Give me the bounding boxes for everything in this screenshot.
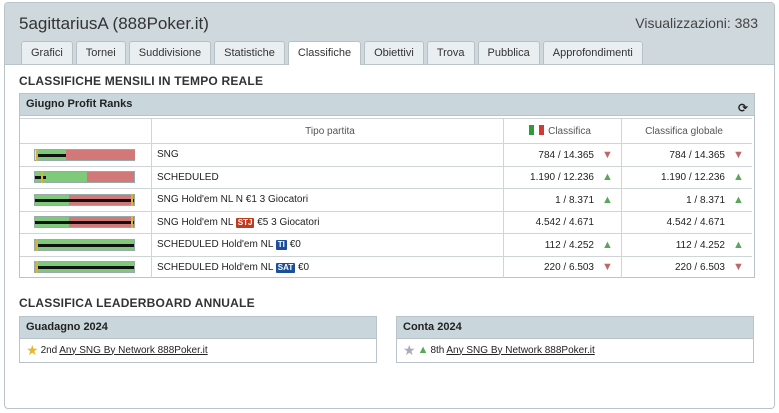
performance-bar — [34, 171, 135, 184]
global-column-header: Classifica globale — [621, 118, 752, 143]
italy-flag-icon — [528, 125, 544, 135]
tab-bar: Grafici Tornei Suddivisione Statistiche … — [21, 41, 643, 65]
global-rank-value: 220 / 6.503 — [674, 262, 725, 274]
trend-up-icon: ▲ — [602, 193, 613, 206]
game-type-prefix: SCHEDULED Hold'em NL — [157, 261, 274, 273]
type-column-header: Tipo partita — [151, 118, 503, 143]
trend-down-icon: ▼ — [602, 148, 613, 161]
rank-column-header: Classifica — [503, 118, 621, 143]
tab-tornei[interactable]: Tornei — [75, 41, 126, 64]
trend-down-icon: ▼ — [602, 261, 613, 274]
rank-value: 220 / 6.503 — [543, 262, 594, 274]
player-title: 5agittariusA (888Poker.it) — [19, 14, 209, 33]
panel-title: Giugno Profit Ranks — [26, 98, 133, 110]
leaderboard-panel-guadagno: Guadagno 2024 ★ 2nd Any SNG By Network 8… — [19, 316, 377, 363]
ti-badge-icon: TI — [275, 240, 287, 251]
game-type: SCHEDULED Hold'em NL SAT €0 — [151, 255, 503, 278]
leaderboard-link[interactable]: Any SNG By Network 888Poker.it — [446, 345, 594, 356]
bar-column-header — [20, 118, 151, 143]
trend-up-icon: ▲ — [602, 171, 613, 184]
silver-star-icon: ★ — [403, 342, 416, 358]
trend-up-icon: ▲ — [733, 193, 744, 206]
global-rank-value: 1.190 / 12.236 — [661, 172, 725, 184]
performance-bar — [34, 193, 135, 206]
trend-up-icon: ▲ — [733, 171, 744, 184]
trend-down-icon: ▼ — [733, 261, 744, 274]
global-rank-value: 4.542 / 4.671 — [666, 216, 725, 228]
trend-up-icon: ▲ — [417, 344, 429, 356]
trend-up-icon: ▲ — [602, 238, 613, 251]
annual-section-title: CLASSIFICA LEADERBOARD ANNUALE — [19, 296, 255, 310]
tab-suddivisione[interactable]: Suddivisione — [128, 41, 212, 64]
leaderboard-link[interactable]: Any SNG By Network 888Poker.it — [59, 345, 207, 356]
stj-badge-icon: STJ — [235, 217, 255, 228]
tab-pubblica[interactable]: Pubblica — [477, 41, 540, 64]
refresh-icon[interactable]: ⟳ — [738, 98, 748, 119]
leaderboard-panel-header: Guadagno 2024 — [20, 317, 376, 339]
rank-column-label: Classifica — [548, 126, 591, 137]
rank-value: 784 / 14.365 — [538, 149, 594, 161]
leaderboard-panel-conta: Conta 2024 ★ ▲ 8th Any SNG By Network 88… — [396, 316, 754, 363]
tab-statistiche[interactable]: Statistiche — [214, 41, 285, 64]
gold-star-icon: ★ — [26, 342, 39, 358]
tab-approfondimenti[interactable]: Approfondimenti — [542, 41, 643, 64]
game-type: SNG Hold'em NL N €1 3 Giocatori — [151, 188, 503, 211]
leaderboard-place: 8th — [430, 344, 445, 356]
trend-down-icon: ▼ — [733, 148, 744, 161]
rank-value: 1.190 / 12.236 — [530, 172, 594, 184]
tab-classifiche[interactable]: Classifiche — [287, 41, 362, 65]
tab-obiettivi[interactable]: Obiettivi — [364, 41, 424, 64]
game-type: SNG Hold'em NL STJ €5 3 Giocatori — [151, 210, 503, 233]
performance-bar — [34, 238, 135, 251]
monthly-section-title: CLASSIFICHE MENSILI IN TEMPO REALE — [19, 74, 264, 88]
views-count: Visualizzazioni: 383 — [635, 15, 758, 31]
rank-value: 112 / 4.252 — [544, 239, 594, 251]
performance-bar — [34, 216, 135, 229]
monthly-ranks-panel: Giugno Profit Ranks ⟳ Tipo partita Class… — [19, 93, 755, 278]
player-window: 5agittariusA (888Poker.it) Visualizzazio… — [4, 2, 775, 409]
global-rank-value: 784 / 14.365 — [669, 149, 725, 161]
leaderboard-place: 2nd — [40, 344, 58, 356]
rank-value: 4.542 / 4.671 — [535, 216, 594, 228]
leaderboard-panel-header: Conta 2024 — [397, 317, 753, 339]
table-row[interactable]: SNG 784 / 14.365 ▼ 784 / 14.365 ▼ — [20, 143, 752, 166]
table-row[interactable]: SNG Hold'em NL STJ €5 3 Giocatori 4.542 … — [20, 210, 752, 233]
table-row[interactable]: SCHEDULED Hold'em NL TI €0 112 / 4.252 ▲ … — [20, 233, 752, 256]
game-type-suffix: €5 3 Giocatori — [257, 216, 320, 228]
game-type: SNG — [151, 143, 503, 166]
trend-up-icon: ▲ — [733, 238, 744, 251]
game-type: SCHEDULED Hold'em NL TI €0 — [151, 233, 503, 256]
performance-bar — [34, 261, 135, 274]
leaderboard-entry: ★ 2nd Any SNG By Network 888Poker.it — [26, 342, 208, 358]
global-rank-value: 112 / 4.252 — [675, 239, 725, 251]
leaderboard-entry: ★ ▲ 8th Any SNG By Network 888Poker.it — [403, 342, 595, 358]
tab-trova[interactable]: Trova — [426, 41, 475, 64]
ranks-table: Tipo partita Classifica Classifica globa… — [20, 118, 752, 278]
game-type-suffix: €0 — [289, 239, 301, 251]
tab-grafici[interactable]: Grafici — [21, 41, 73, 64]
window-header: 5agittariusA (888Poker.it) Visualizzazio… — [5, 3, 774, 65]
game-type-prefix: SNG Hold'em NL — [157, 216, 234, 228]
sat-badge-icon: SAT — [275, 262, 296, 273]
table-row[interactable]: SCHEDULED 1.190 / 12.236 ▲ 1.190 / 12.236… — [20, 165, 752, 188]
rank-value: 1 / 8.371 — [555, 194, 594, 206]
game-type-prefix: SCHEDULED Hold'em NL — [157, 239, 274, 251]
game-type-suffix: €0 — [297, 261, 310, 273]
monthly-panel-header: Giugno Profit Ranks ⟳ — [20, 94, 754, 116]
performance-bar — [34, 148, 135, 161]
table-row[interactable]: SCHEDULED Hold'em NL SAT €0 220 / 6.503 ▼… — [20, 255, 752, 278]
global-rank-value: 1 / 8.371 — [686, 194, 725, 206]
game-type: SCHEDULED — [151, 165, 503, 188]
table-row[interactable]: SNG Hold'em NL N €1 3 Giocatori 1 / 8.37… — [20, 188, 752, 211]
